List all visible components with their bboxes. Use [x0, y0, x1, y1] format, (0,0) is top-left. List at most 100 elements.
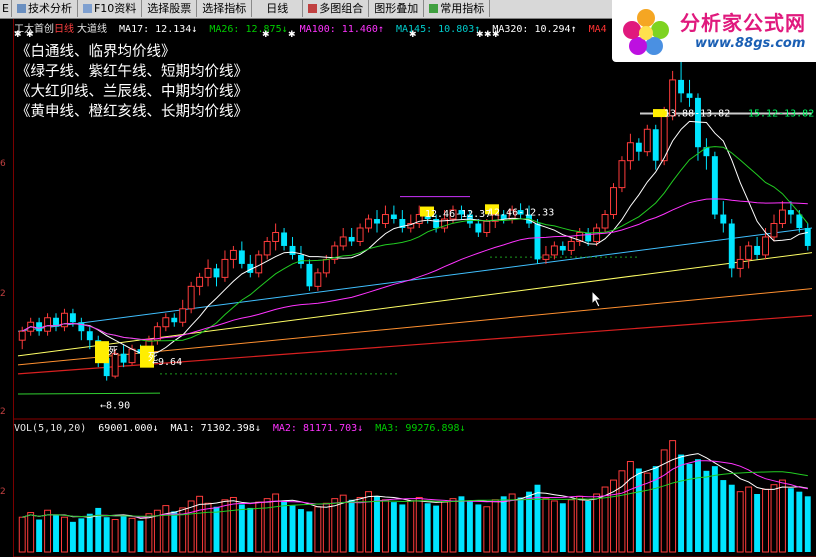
candle-body: [298, 254, 304, 264]
document-icon: [82, 4, 92, 13]
volume-bar: [229, 496, 237, 553]
star-marker-icon: ✱: [26, 30, 34, 40]
f10-label: F10资料: [93, 2, 137, 15]
select-indicator-button[interactable]: 选择指标: [197, 0, 253, 17]
volume-bar: [69, 521, 76, 552]
volume-bar: [187, 500, 195, 553]
volume-bar: [306, 511, 313, 552]
y-tick-label: 2: [0, 487, 6, 497]
candle-body: [711, 156, 718, 215]
volume-bar: [778, 479, 786, 553]
ma26-value: MA26: 12.875↓: [209, 24, 288, 35]
toolbar-left-edge[interactable]: E: [0, 0, 12, 17]
site-logo[interactable]: 分析家公式网 www.88gs.com: [612, 0, 816, 62]
star-marker-icon: ✱: [14, 30, 22, 40]
candle-body: [187, 285, 195, 310]
daily-period-button[interactable]: 日线: [252, 0, 304, 17]
volume-bar: [53, 514, 59, 552]
volume-value: 69001.000↓: [98, 423, 159, 434]
short-ma-line: [17, 392, 161, 395]
volume-title: VOL(5,10,20): [14, 423, 87, 434]
candle-body: [567, 240, 575, 251]
candle-body: [221, 258, 229, 278]
candle-body: [770, 223, 778, 238]
volume-bar: [162, 505, 170, 553]
price-annotation: 12.46-12.33: [488, 207, 554, 218]
candle-body: [483, 220, 491, 233]
long-ma-line: [17, 314, 813, 375]
volume-bar: [796, 491, 803, 552]
chart-icon: [16, 4, 26, 13]
multi-chart-button[interactable]: 多图组合: [303, 0, 370, 17]
candle-body: [728, 223, 735, 269]
volume-bar: [407, 500, 415, 553]
candle-body: [272, 231, 280, 242]
candle-body: [213, 268, 220, 278]
overlay-label: 图形叠加: [374, 2, 419, 15]
signal-label: 死: [148, 352, 158, 363]
list-icon: [429, 4, 439, 13]
candle-body: [635, 142, 642, 152]
candle-body: [374, 219, 380, 224]
grid-icon: [308, 4, 318, 13]
y-axis: 6 2 2 2: [0, 19, 14, 557]
candle-body: [720, 214, 727, 224]
volume-bar: [44, 509, 52, 553]
candle-body: [618, 160, 626, 189]
tech-analysis-button[interactable]: 技术分析: [12, 0, 78, 17]
star-marker-icon: ✱: [484, 30, 492, 40]
volume-bar: [255, 501, 263, 553]
candle-body: [559, 245, 566, 251]
volume-bar: [137, 520, 144, 552]
candle-body: [348, 236, 355, 242]
star-marker-icon: ✱: [262, 30, 270, 40]
signal-marker: [95, 341, 109, 364]
common-indicator-button[interactable]: 常用指标: [424, 0, 491, 17]
volume-bar: [458, 496, 465, 552]
candle-body: [238, 250, 245, 264]
volume-ma2: MA2: 81171.703↓: [272, 423, 364, 434]
volume-ma1: MA1: 71302.398↓: [170, 423, 261, 434]
candle-body: [171, 317, 178, 323]
price-annotation: ←8.90: [100, 400, 130, 411]
volume-bar: [534, 484, 541, 552]
candle-body: [796, 214, 803, 228]
volume-bar: [356, 496, 364, 553]
ma320-value: MA320: 10.294↑: [492, 24, 577, 35]
select-stock-button[interactable]: 选择股票: [142, 0, 198, 17]
candle-body: [381, 214, 389, 225]
candle-body: [678, 79, 685, 94]
select-indicator-label: 选择指标: [202, 2, 247, 15]
volume-bar: [381, 499, 389, 553]
candle-body: [120, 353, 127, 363]
candle-body: [263, 240, 271, 256]
volume-bar: [314, 506, 322, 553]
volume-bar: [508, 493, 516, 553]
ma100-value: MA100: 11.460↑: [299, 24, 384, 35]
candle-body: [179, 308, 187, 323]
candle-body: [36, 322, 43, 332]
multi-chart-label: 多图组合: [319, 2, 364, 15]
volume-bar: [204, 502, 212, 553]
volume-bar: [348, 499, 355, 552]
candle-body: [289, 245, 296, 255]
volume-bar: [720, 480, 727, 552]
overlay-button[interactable]: 图形叠加: [369, 0, 425, 17]
volume-bar: [618, 470, 626, 553]
volume-bar: [247, 507, 254, 552]
stock-period: 日线: [54, 24, 74, 35]
volume-bar: [466, 500, 473, 552]
volume-bar: [95, 507, 102, 552]
logo-title: 分析家公式网: [680, 11, 806, 35]
candle-body: [255, 254, 263, 274]
common-indicator-label: 常用指标: [440, 2, 485, 15]
candle-body: [778, 209, 786, 225]
volume-bar: [585, 500, 592, 552]
volume-bar: [86, 513, 93, 552]
f10-button[interactable]: F10资料: [78, 0, 143, 17]
candle-body: [390, 214, 397, 220]
candle-body: [339, 236, 347, 247]
star-marker-icon: ✱: [288, 30, 296, 40]
tech-analysis-label: 技术分析: [27, 2, 72, 15]
volume-bar: [517, 497, 524, 552]
